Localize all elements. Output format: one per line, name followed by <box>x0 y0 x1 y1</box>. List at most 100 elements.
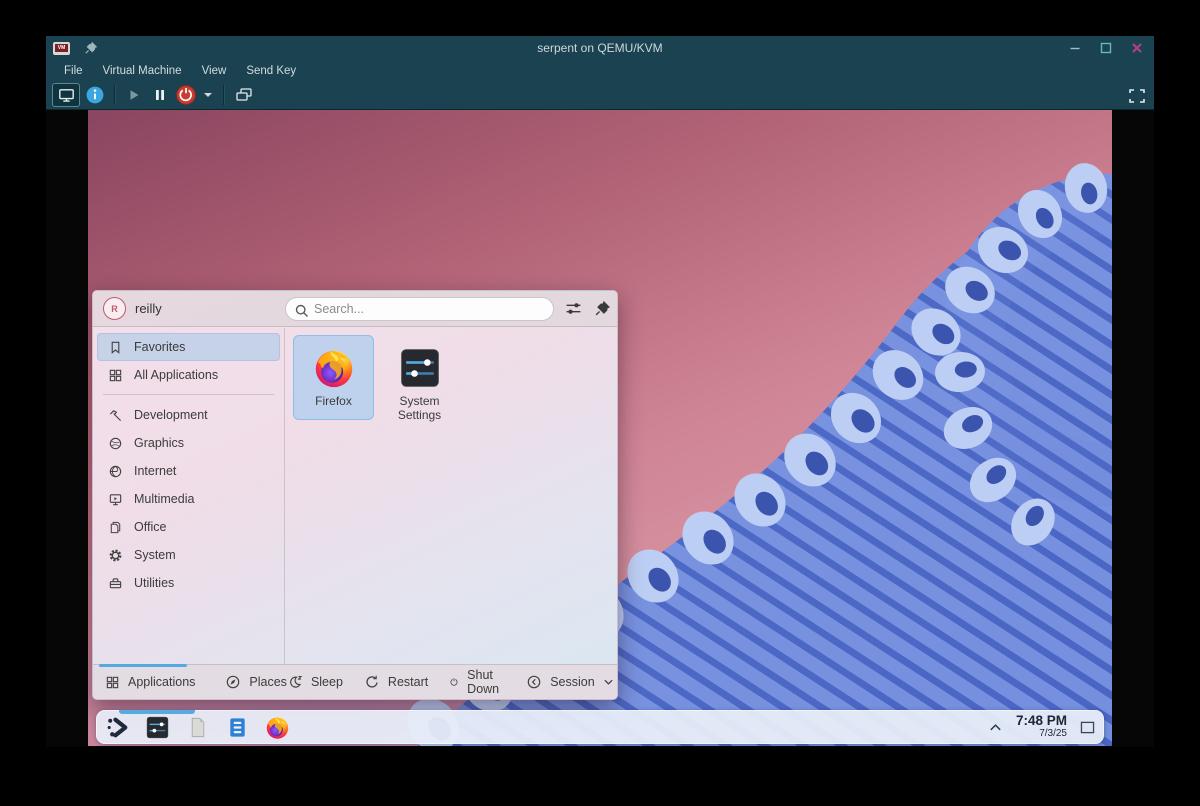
tab-label: Places <box>249 675 287 689</box>
sidebar-label: Office <box>134 520 166 534</box>
tray-expander-chevron-up-icon[interactable] <box>988 722 1003 732</box>
play-icon <box>127 88 141 102</box>
app-launcher-icon <box>105 715 130 740</box>
monitor-icon <box>58 88 75 103</box>
moon-icon <box>287 674 303 690</box>
clock-date: 7/3/25 <box>1016 727 1067 740</box>
taskbar-firefox[interactable] <box>260 710 294 744</box>
window-title: serpent on QEMU/KVM <box>46 41 1154 55</box>
restart-icon <box>364 674 380 690</box>
document-icon <box>186 716 209 739</box>
search-icon <box>294 303 310 319</box>
tab-places[interactable]: Places <box>225 674 287 690</box>
displays-icon <box>235 87 253 103</box>
system-settings-icon <box>145 715 170 740</box>
pause-icon <box>153 88 167 102</box>
restart-button[interactable]: Restart <box>364 674 428 690</box>
tab-label: Applications <box>128 675 195 689</box>
bookmark-icon <box>108 340 123 355</box>
menu-view[interactable]: View <box>192 60 237 81</box>
session-button[interactable]: Session <box>526 674 613 690</box>
app-tile-system-settings[interactable]: System Settings <box>379 335 460 422</box>
kickoff-favorites-grid: Firefox System Settings <box>286 328 617 664</box>
taskbar-document[interactable] <box>180 710 214 744</box>
pin-icon <box>84 41 98 55</box>
system-settings-icon <box>398 346 442 390</box>
active-tab-indicator <box>99 664 187 667</box>
toolbox-icon <box>108 576 123 591</box>
session-icon <box>526 674 542 690</box>
hammer-icon <box>108 408 123 423</box>
configure-icon[interactable] <box>565 300 582 317</box>
run-button[interactable] <box>121 83 147 107</box>
sphere-icon <box>108 436 123 451</box>
menu-send-key[interactable]: Send Key <box>236 60 306 81</box>
menu-virtual-machine[interactable]: Virtual Machine <box>93 60 192 81</box>
shutdown-button[interactable] <box>173 83 199 107</box>
sleep-button[interactable]: Sleep <box>287 674 343 690</box>
sidebar-item-system[interactable]: System <box>97 541 280 569</box>
vm-toolbar <box>46 81 1154 110</box>
fullscreen-icon <box>1128 88 1146 104</box>
sidebar-item-office[interactable]: Office <box>97 513 280 541</box>
caret-down-icon <box>203 92 213 98</box>
fullscreen-button[interactable] <box>1128 88 1146 104</box>
file-cabinet-icon <box>226 716 249 739</box>
tab-applications[interactable]: Applications <box>105 674 195 690</box>
guest-display[interactable]: R reilly Favorites All Applications <box>88 110 1112 746</box>
avatar[interactable]: R <box>103 297 126 320</box>
show-details-button[interactable] <box>82 83 108 107</box>
sidebar-label: Graphics <box>134 436 184 450</box>
sidebar-label: System <box>134 548 176 562</box>
menubar: File Virtual Machine View Send Key <box>46 60 1154 81</box>
graphical-console-button[interactable] <box>52 83 80 107</box>
grid-icon <box>105 675 120 690</box>
kickoff-header: R reilly <box>93 291 617 327</box>
screen-play-icon <box>108 492 123 507</box>
virt-manager-window: VM serpent on QEMU/KVM File Virtual Mach… <box>46 36 1154 747</box>
kickoff-sidebar: Favorites All Applications Development G… <box>93 328 285 664</box>
sidebar-item-internet[interactable]: Internet <box>97 457 280 485</box>
minimize-button[interactable] <box>1066 39 1084 57</box>
info-icon <box>86 86 104 104</box>
shut-down-button[interactable]: Shut Down <box>449 668 505 696</box>
search-box[interactable] <box>285 297 554 321</box>
app-tile-firefox[interactable]: Firefox <box>293 335 374 420</box>
sidebar-item-development[interactable]: Development <box>97 401 280 429</box>
titlebar[interactable]: VM serpent on QEMU/KVM <box>46 36 1154 60</box>
power-icon <box>176 85 196 105</box>
taskbar: 7:48 PM 7/3/25 <box>96 710 1104 744</box>
close-button[interactable] <box>1128 39 1146 57</box>
power-icon <box>449 674 459 690</box>
sidebar-item-graphics[interactable]: Graphics <box>97 429 280 457</box>
pause-button[interactable] <box>147 83 173 107</box>
sidebar-label: Internet <box>134 464 176 478</box>
active-task-indicator <box>119 710 195 714</box>
toolbar-separator <box>223 85 224 105</box>
app-launcher-button[interactable] <box>100 710 134 744</box>
virtual-displays-button[interactable] <box>230 83 258 107</box>
taskbar-file-cabinet[interactable] <box>220 710 254 744</box>
kickoff-menu: R reilly Favorites All Applications <box>92 290 618 700</box>
toolbar-separator <box>114 85 115 105</box>
show-desktop-button[interactable] <box>1080 721 1095 734</box>
action-label: Session <box>550 675 594 689</box>
kickoff-footer: Applications Places Sleep Restart <box>93 664 617 699</box>
shutdown-menu-button[interactable] <box>199 83 217 107</box>
app-label: System Settings <box>379 394 460 422</box>
sidebar-label: Multimedia <box>134 492 194 506</box>
documents-icon <box>108 520 123 535</box>
sidebar-item-multimedia[interactable]: Multimedia <box>97 485 280 513</box>
digital-clock[interactable]: 7:48 PM 7/3/25 <box>1016 714 1067 740</box>
taskbar-system-settings[interactable] <box>140 710 174 744</box>
sidebar-item-favorites[interactable]: Favorites <box>97 333 280 361</box>
search-input[interactable] <box>314 299 544 319</box>
sidebar-item-utilities[interactable]: Utilities <box>97 569 280 597</box>
maximize-button[interactable] <box>1097 39 1115 57</box>
grid-icon <box>108 368 123 383</box>
compass-icon <box>225 674 241 690</box>
action-label: Restart <box>388 675 428 689</box>
sidebar-item-all-applications[interactable]: All Applications <box>97 361 280 389</box>
pin-icon[interactable] <box>594 300 611 317</box>
menu-file[interactable]: File <box>54 60 93 81</box>
